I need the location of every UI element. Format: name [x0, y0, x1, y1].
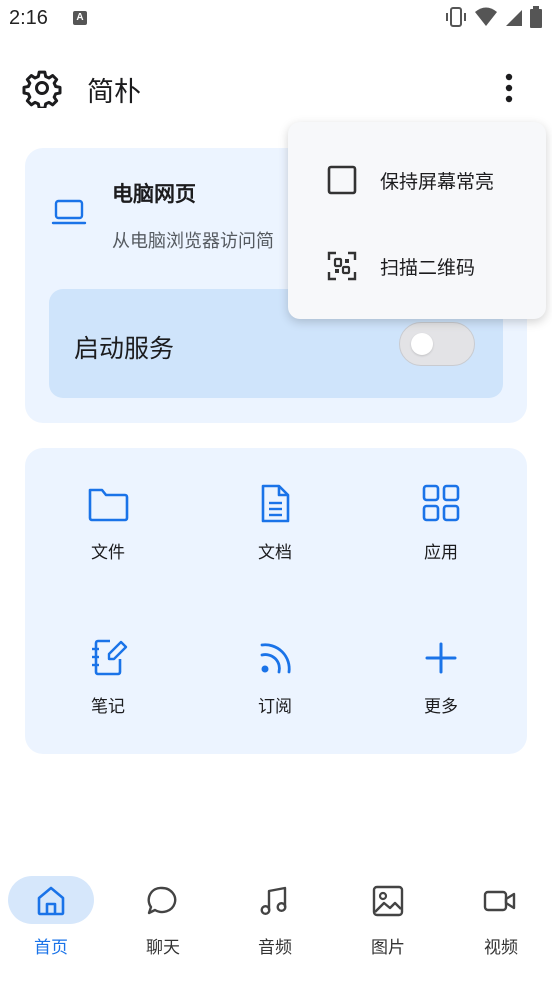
nav-item-home[interactable]: 首页 — [0, 870, 110, 965]
nav-item-chat[interactable]: 聊天 — [110, 870, 220, 965]
chat-icon — [147, 886, 177, 915]
grid-item-documents[interactable]: 文档 — [215, 484, 335, 594]
grid-label-documents: 文档 — [258, 543, 292, 563]
nav-label-video: 视频 — [484, 938, 518, 958]
nav-item-images[interactable]: 图片 — [331, 870, 441, 965]
signal-icon — [506, 10, 522, 26]
menu-item-scan-qr[interactable]: 扫描二维码 — [288, 230, 546, 300]
gear-icon — [22, 70, 62, 110]
laptop-icon — [51, 199, 87, 225]
shortcuts-card: 文件 文档 应用 笔记 订阅 更多 — [25, 448, 527, 754]
video-icon — [483, 890, 516, 912]
status-icons — [444, 6, 542, 28]
folder-icon — [88, 488, 129, 522]
nav-label-audio: 音频 — [258, 938, 292, 958]
document-icon — [261, 484, 290, 523]
start-service-label: 启动服务 — [74, 334, 175, 363]
qr-scan-icon — [327, 251, 357, 281]
bottom-navigation: 首页 聊天 音频 图片 视频 — [0, 870, 552, 970]
music-icon — [260, 886, 287, 916]
grid-item-apps[interactable]: 应用 — [381, 484, 501, 594]
apps-icon — [422, 484, 460, 522]
grid-label-more: 更多 — [424, 697, 458, 717]
rss-icon — [260, 643, 291, 674]
menu-label-keep-screen-on: 保持屏幕常亮 — [380, 171, 495, 193]
grid-label-notes: 笔记 — [91, 697, 125, 717]
nav-label-images: 图片 — [371, 938, 405, 958]
plus-icon — [425, 642, 457, 674]
grid-item-subscriptions[interactable]: 订阅 — [215, 638, 335, 748]
checkbox-icon[interactable] — [326, 164, 358, 196]
grid-label-files: 文件 — [91, 543, 125, 563]
web-card-subtitle: 从电脑浏览器访问简 — [112, 231, 274, 252]
battery-icon — [530, 6, 542, 28]
nav-label-chat: 聊天 — [146, 938, 180, 958]
start-service-toggle[interactable] — [399, 322, 475, 366]
status-bar: 2:16 A — [0, 0, 552, 38]
grid-label-subscriptions: 订阅 — [258, 697, 292, 717]
notebook-icon — [92, 639, 128, 676]
menu-item-keep-screen-on[interactable]: 保持屏幕常亮 — [288, 144, 546, 214]
grid-item-files[interactable]: 文件 — [48, 484, 168, 594]
more-vert-icon — [505, 73, 513, 103]
menu-label-scan-qr: 扫描二维码 — [380, 257, 476, 279]
toggle-knob — [411, 333, 433, 355]
status-time: 2:16 — [9, 7, 48, 29]
accessibility-badge-icon: A — [73, 11, 87, 25]
more-options-button[interactable] — [492, 68, 526, 108]
nav-label-home: 首页 — [34, 938, 68, 958]
nav-item-audio[interactable]: 音频 — [220, 870, 330, 965]
nav-item-video[interactable]: 视频 — [442, 870, 552, 965]
grid-item-notes[interactable]: 笔记 — [48, 638, 168, 748]
grid-item-more[interactable]: 更多 — [381, 638, 501, 748]
app-title: 简朴 — [87, 77, 141, 108]
vibrate-icon — [446, 7, 466, 27]
settings-button[interactable] — [22, 68, 62, 110]
home-icon — [37, 886, 65, 916]
web-card-title: 电脑网页 — [112, 182, 196, 206]
overflow-menu: 保持屏幕常亮 扫描二维码 — [288, 122, 546, 319]
grid-label-apps: 应用 — [424, 543, 458, 563]
top-app-bar: 简朴 — [0, 58, 552, 118]
image-icon — [372, 885, 404, 917]
wifi-icon — [475, 7, 497, 26]
